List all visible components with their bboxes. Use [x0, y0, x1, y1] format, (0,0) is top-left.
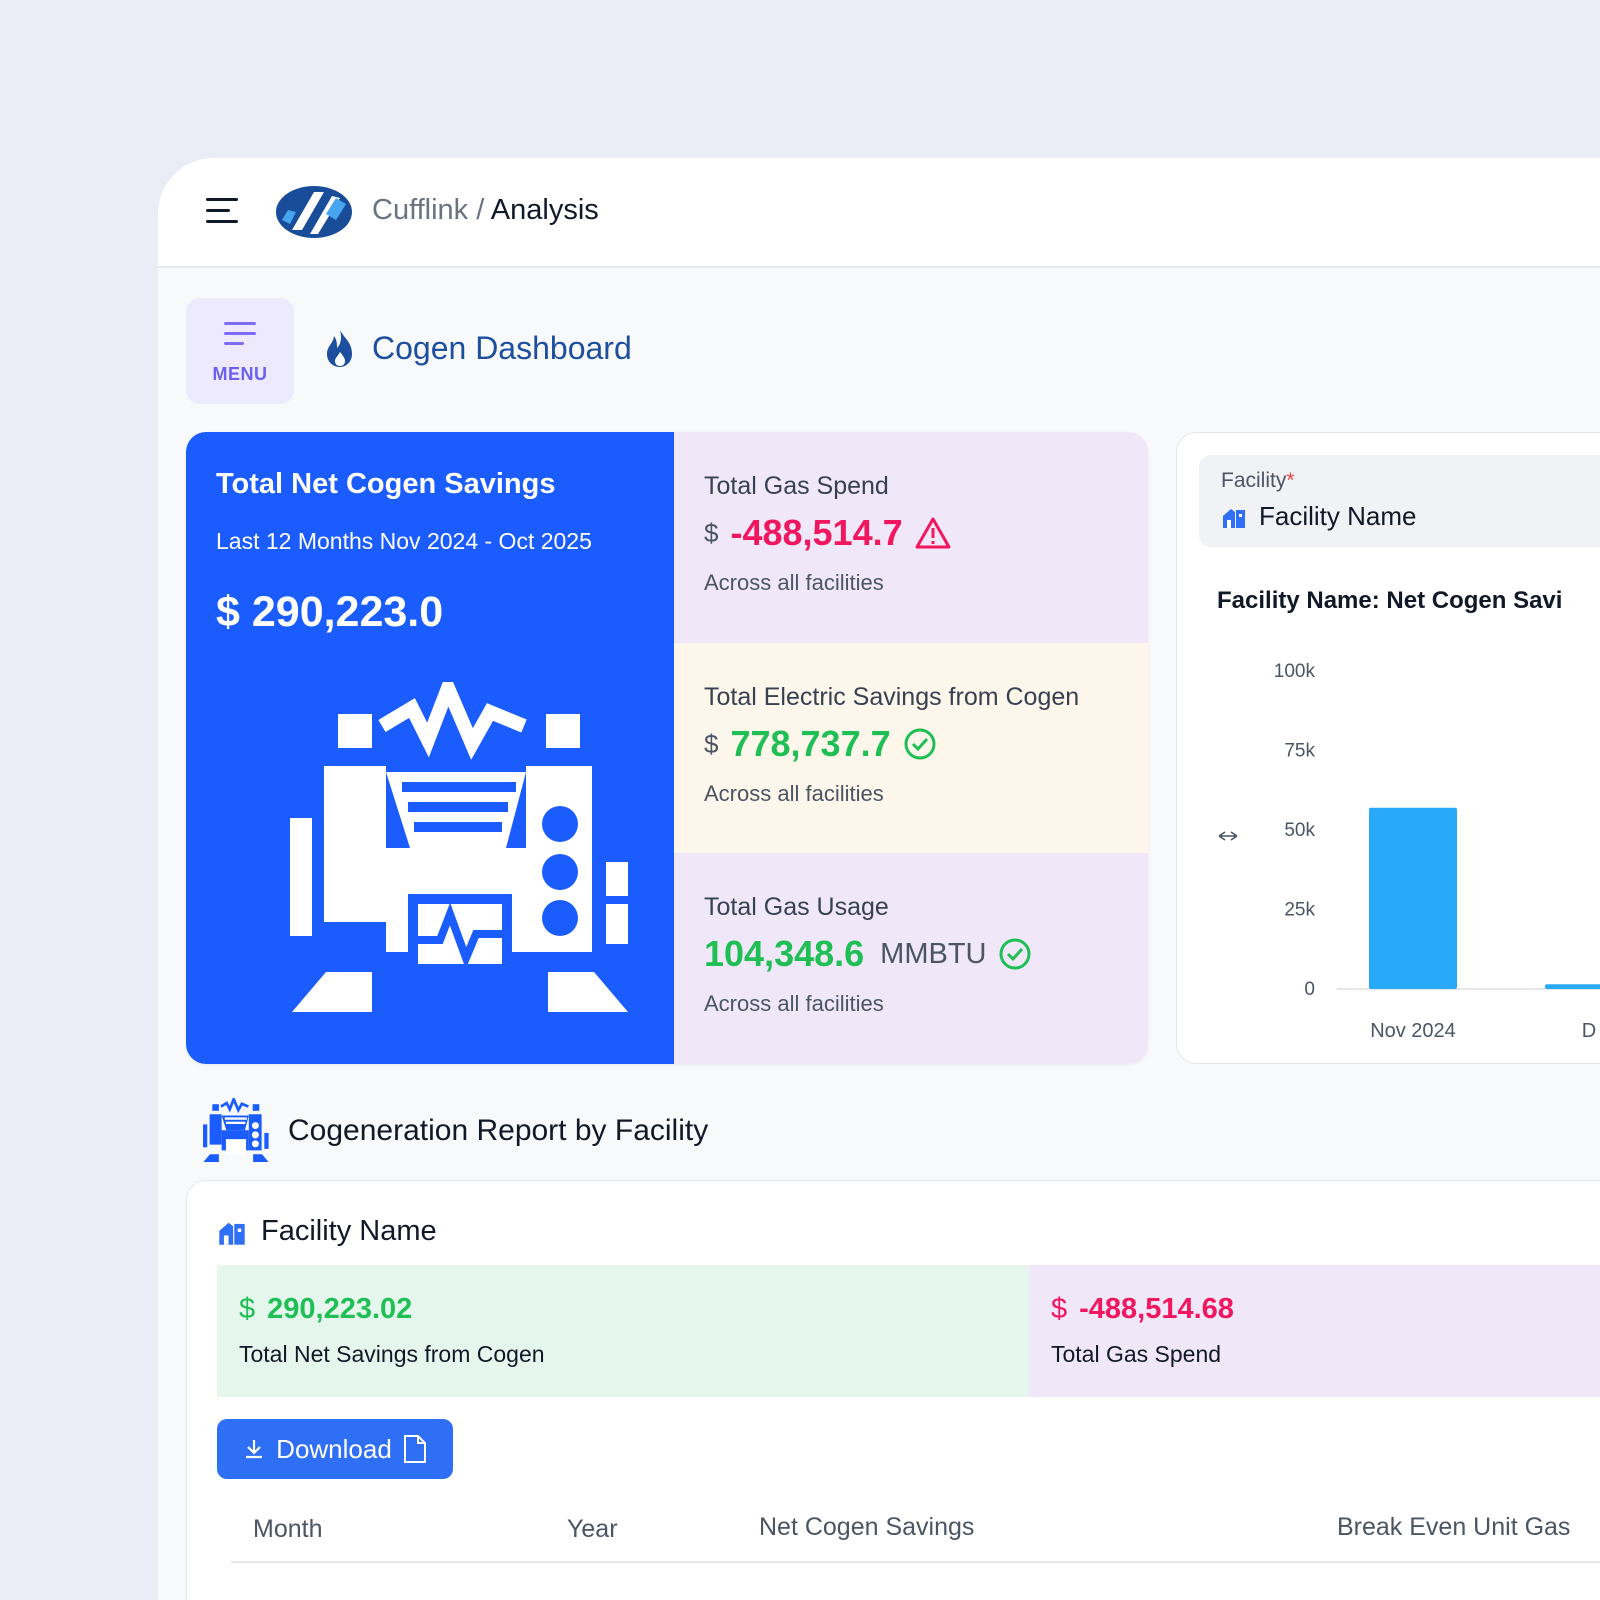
menu-button[interactable]: MENU: [186, 298, 294, 404]
top-bar: Cufflink / Analysis: [158, 158, 1600, 268]
kpi-value: 104,348.6: [704, 933, 865, 974]
net-savings-bar-chart: 100k 75k 50k 25k 0 Nov 2024 D: [1218, 661, 1600, 1042]
facility-select-label: Facility*: [1221, 469, 1295, 492]
tile-label: Total Net Savings from Cogen: [239, 1341, 545, 1367]
chart-title: Facility Name: Net Cogen Savi: [1217, 587, 1563, 614]
y-tick-label: 0: [1304, 979, 1315, 1000]
breadcrumb-root[interactable]: Cufflink: [372, 194, 468, 226]
hero-value: $ 290,223.0: [216, 588, 444, 636]
report-facility: Facility Name: [217, 1215, 437, 1248]
menu-lines-icon: [224, 320, 256, 348]
kpi-note: Across all facilities: [704, 570, 884, 595]
download-button-label: Download: [276, 1433, 392, 1464]
kpi-gas-spend: Total Gas Spend $ -488,514.7 Across all …: [674, 432, 1148, 643]
check-circle-icon: [999, 938, 1031, 970]
tile-net-savings: $290,223.02 Total Net Savings from Cogen: [217, 1265, 1029, 1397]
cufflink-logo[interactable]: [274, 184, 354, 240]
download-button[interactable]: Download: [217, 1419, 453, 1479]
hero-title: Total Net Cogen Savings: [216, 468, 556, 500]
report-facility-name: Facility Name: [261, 1215, 437, 1247]
warning-icon: [915, 517, 951, 549]
flame-icon: [327, 330, 352, 367]
kpi-currency: $: [704, 517, 719, 548]
tile-gas-spend: $ -488,514.68 Total Gas Spend: [1029, 1265, 1600, 1397]
bar[interactable]: [1545, 984, 1600, 989]
kpi-note: Across all facilities: [704, 781, 884, 806]
breadcrumb-current: Analysis: [490, 194, 599, 226]
menu-button-label: MENU: [212, 364, 268, 384]
bar[interactable]: [1369, 807, 1457, 989]
kpi-currency: $: [704, 728, 719, 759]
kpi-note: Across all facilities: [704, 991, 884, 1016]
download-icon: [246, 1440, 263, 1459]
report-heading: Cogeneration Report by Facility: [202, 1098, 708, 1164]
building-icon: [219, 1222, 245, 1245]
report-title: Cogeneration Report by Facility: [288, 1114, 709, 1147]
column-header-net-cogen-savings[interactable]: Net Cogen Savings: [759, 1513, 974, 1542]
kpi-value: -488,514.7: [730, 512, 903, 553]
facility-select[interactable]: Facility* Facility Name: [1199, 455, 1600, 547]
x-tick-label: D: [1582, 1020, 1596, 1042]
kpi-value: 778,737.7: [730, 723, 891, 764]
building-icon: [1223, 508, 1245, 528]
y-tick-label: 50k: [1284, 820, 1315, 841]
cogeneration-plant-icon: [203, 1098, 269, 1163]
y-tick-label: 100k: [1274, 661, 1316, 682]
csv-file-icon: [403, 1435, 426, 1463]
kpi-title: Total Gas Spend: [704, 472, 889, 500]
page-title: Cogen Dashboard: [322, 328, 632, 368]
tile-value: $ -488,514.68: [1051, 1293, 1234, 1325]
kpi-unit: MMBTU: [880, 937, 987, 970]
cogeneration-plant-icon: [290, 682, 628, 1012]
tile-label: Total Gas Spend: [1051, 1341, 1222, 1367]
chart-expand-icon[interactable]: [1218, 831, 1238, 841]
hero-subtitle: Last 12 Months Nov 2024 - Oct 2025: [216, 528, 592, 554]
x-tick-label: Nov 2024: [1370, 1020, 1456, 1042]
breadcrumb: Cufflink / Analysis: [372, 194, 599, 227]
kpi-title: Total Electric Savings from Cogen: [704, 683, 1080, 711]
y-tick-label: 25k: [1284, 900, 1315, 921]
hamburger-icon[interactable]: [206, 196, 240, 226]
column-header-break-even-unit-gas[interactable]: Break Even Unit Gas: [1337, 1513, 1570, 1542]
page-title-text: Cogen Dashboard: [372, 329, 632, 366]
column-header-year[interactable]: Year: [567, 1515, 618, 1544]
check-circle-icon: [904, 728, 936, 760]
facility-chart-card: Facility* Facility Name Facility Name: N…: [1176, 432, 1600, 1064]
facility-report-card: Facility Name $290,223.02 Total Net Savi…: [186, 1180, 1600, 1600]
y-tick-label: 75k: [1284, 741, 1315, 762]
kpi-gas-usage: Total Gas Usage 104,348.6 MMBTU Across a…: [674, 853, 1148, 1064]
net-savings-hero: Total Net Cogen Savings Last 12 Months N…: [186, 432, 674, 1064]
column-header-month[interactable]: Month: [253, 1515, 322, 1544]
tile-value: $290,223.02: [239, 1293, 413, 1325]
summary-card: Total Net Cogen Savings Last 12 Months N…: [186, 432, 1148, 1064]
kpi-title: Total Gas Usage: [704, 893, 889, 921]
report-table-header: Month Year Net Cogen Savings Break Even …: [231, 1501, 1600, 1563]
breadcrumb-separator: /: [476, 194, 485, 226]
app-window: Cufflink / Analysis MENU Cogen Dashboard…: [158, 158, 1600, 1600]
facility-select-value: Facility Name: [1221, 501, 1416, 532]
kpi-electric-savings: Total Electric Savings from Cogen $ 778,…: [674, 643, 1148, 854]
